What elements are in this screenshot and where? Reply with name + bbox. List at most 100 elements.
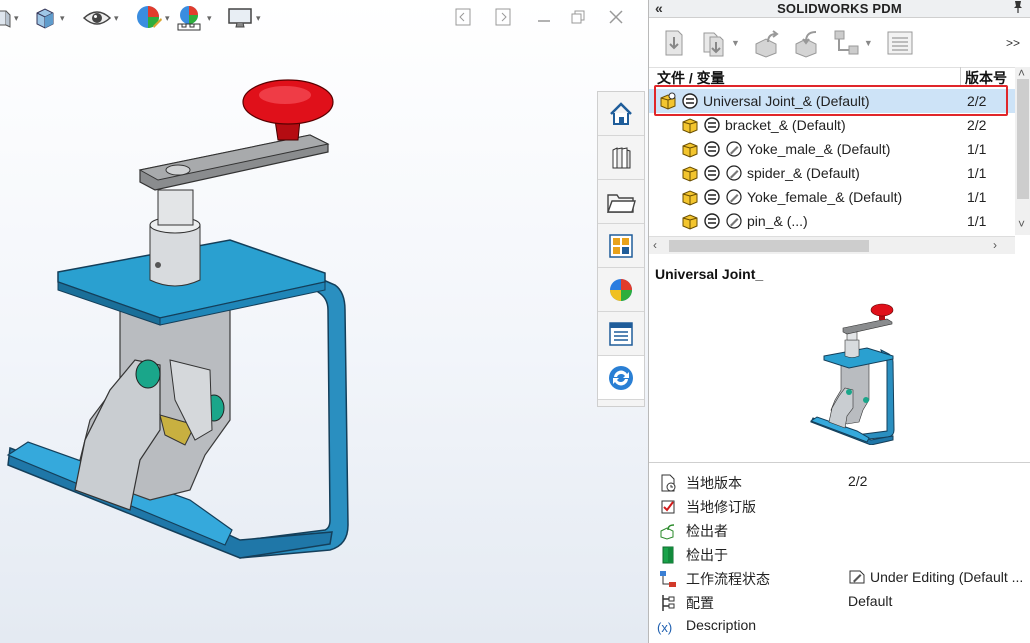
list-item[interactable]: Yoke_female_& (Default) 1/1 <box>649 185 1015 209</box>
local-state-icon <box>704 213 720 229</box>
scroll-down-icon[interactable]: ˅ <box>1018 217 1025 231</box>
tab-view-palette[interactable] <box>598 224 644 268</box>
tab-design-library[interactable] <box>598 136 644 180</box>
universal-joint-model[interactable] <box>0 60 400 580</box>
pin-icon[interactable] <box>1012 0 1024 17</box>
chevron-down-icon: ▾ <box>165 12 170 23</box>
change-state-button[interactable] <box>832 28 862 58</box>
chevron-down-icon: ▾ <box>207 12 212 23</box>
collapse-right-button[interactable] <box>492 6 514 28</box>
cube-icon <box>36 8 54 29</box>
scroll-left-icon[interactable]: ‹ <box>653 238 657 252</box>
file-version: 1/1 <box>967 141 987 157</box>
part-icon <box>682 166 698 182</box>
get-latest-icon <box>665 30 683 55</box>
configuration-icon <box>659 594 677 612</box>
column-divider[interactable] <box>960 67 961 87</box>
preview-title: Universal Joint_ <box>655 266 764 282</box>
books-icon <box>612 146 631 168</box>
file-name: bracket_& (Default) <box>725 117 846 133</box>
workflow-icon <box>834 30 859 54</box>
property-value: 2/2 <box>848 473 868 489</box>
tab-appearances-scenes[interactable] <box>598 268 644 312</box>
tab-solidworks-resources[interactable] <box>598 92 644 136</box>
horizontal-scrollbar[interactable]: ‹ › <box>649 236 1015 254</box>
close-icon <box>609 10 623 24</box>
collapse-pane-button[interactable]: « <box>655 0 663 16</box>
get-latest-button[interactable] <box>659 28 689 58</box>
folder-icon <box>607 193 636 213</box>
view-settings-button[interactable]: ▾ <box>226 4 261 32</box>
checked-out-in-icon <box>659 546 677 564</box>
property-row: (x) Description <box>649 614 1030 638</box>
chevron-down-icon: ▾ <box>60 12 65 23</box>
heads-up-toolbar: ▾ ▾ ▾ ▾ ▾ ▾ <box>0 0 648 36</box>
chevron-down-icon[interactable]: ▼ <box>864 38 873 48</box>
scroll-thumb[interactable] <box>1017 79 1029 199</box>
file-name: pin_& (...) <box>747 213 808 229</box>
graphics-viewport[interactable]: ▾ ▾ ▾ ▾ ▾ ▾ <box>0 0 648 643</box>
pdm-task-pane: « SOLIDWORKS PDM ▼ ▼ >> 文件 / 变量 版本号 Univ… <box>648 0 1030 643</box>
list-item[interactable]: spider_& (Default) 1/1 <box>649 161 1015 185</box>
pdm-toolbar: ▼ ▼ <box>649 18 1030 68</box>
display-style-button[interactable]: ▾ <box>32 4 65 32</box>
apply-scene-button[interactable]: ▾ <box>175 4 212 32</box>
appearance-ball-icon <box>610 278 632 301</box>
list-item[interactable]: bracket_& (Default) 2/2 <box>649 113 1015 137</box>
list-item[interactable]: Yoke_male_& (Default) 1/1 <box>649 137 1015 161</box>
edit-appearance-button[interactable]: ▾ <box>135 4 170 32</box>
pdm-title: SOLIDWORKS PDM <box>777 1 902 16</box>
monitor-icon <box>228 8 252 28</box>
tab-solidworks-pdm[interactable] <box>598 356 644 400</box>
minimize-icon <box>538 20 550 22</box>
local-state-icon <box>704 117 720 133</box>
toolbar-overflow-button[interactable]: >> <box>1006 36 1020 50</box>
scene-icon <box>177 6 201 31</box>
check-in-button[interactable] <box>792 28 822 58</box>
list-item[interactable]: pin_& (...) 1/1 <box>649 209 1015 233</box>
file-version: 1/1 <box>967 213 987 229</box>
scroll-thumb[interactable] <box>669 240 869 252</box>
pencil-icon <box>726 141 742 157</box>
part-icon <box>682 214 698 230</box>
scroll-right-icon[interactable]: › <box>993 238 997 252</box>
local-version-icon <box>659 474 677 492</box>
property-row: 当地修订版 <box>649 494 1030 518</box>
chevron-down-icon[interactable]: ▼ <box>731 38 740 48</box>
part-icon <box>682 118 698 134</box>
property-label: 检出于 <box>686 547 728 563</box>
file-properties: 当地版本 2/2 当地修订版 检出者 检出于 工作流程状态 Under Edit… <box>649 470 1030 638</box>
property-row: 检出于 <box>649 542 1030 566</box>
file-name: Yoke_male_& (Default) <box>747 141 891 157</box>
section-view-button[interactable]: ▾ <box>0 4 19 32</box>
tab-file-explorer[interactable] <box>598 180 644 224</box>
minimize-button[interactable] <box>533 6 555 28</box>
pencil-icon <box>726 165 742 181</box>
close-button[interactable] <box>605 6 627 28</box>
view-palette-icon <box>609 233 633 258</box>
property-label: Description <box>686 617 757 633</box>
vertical-scrollbar[interactable]: ˄ ˅ <box>1015 66 1030 235</box>
restore-icon <box>571 10 585 24</box>
checked-out-by-icon <box>659 522 677 540</box>
eye-icon <box>82 11 112 25</box>
chevron-down-icon: ▾ <box>14 12 19 23</box>
collapse-left-button[interactable] <box>452 6 474 28</box>
chevron-down-icon: ▾ <box>256 12 261 23</box>
property-value: Under Editing (Default ... <box>870 569 1024 585</box>
properties-button[interactable] <box>885 28 915 58</box>
restore-button[interactable] <box>567 6 589 28</box>
part-icon <box>682 190 698 206</box>
preview-thumbnail <box>809 303 895 445</box>
task-pane-tabs <box>597 91 645 407</box>
variable-icon: (x) <box>657 619 673 635</box>
property-label: 当地修订版 <box>686 499 756 515</box>
property-row: 当地版本 2/2 <box>649 470 1030 494</box>
hide-show-button[interactable]: ▾ <box>82 4 119 32</box>
appearance-ball-icon <box>137 6 162 28</box>
divider <box>649 462 1030 463</box>
scroll-up-icon[interactable]: ˄ <box>1018 66 1025 80</box>
check-out-button[interactable] <box>752 28 782 58</box>
get-version-button[interactable] <box>699 28 729 58</box>
tab-custom-properties[interactable] <box>598 312 644 356</box>
